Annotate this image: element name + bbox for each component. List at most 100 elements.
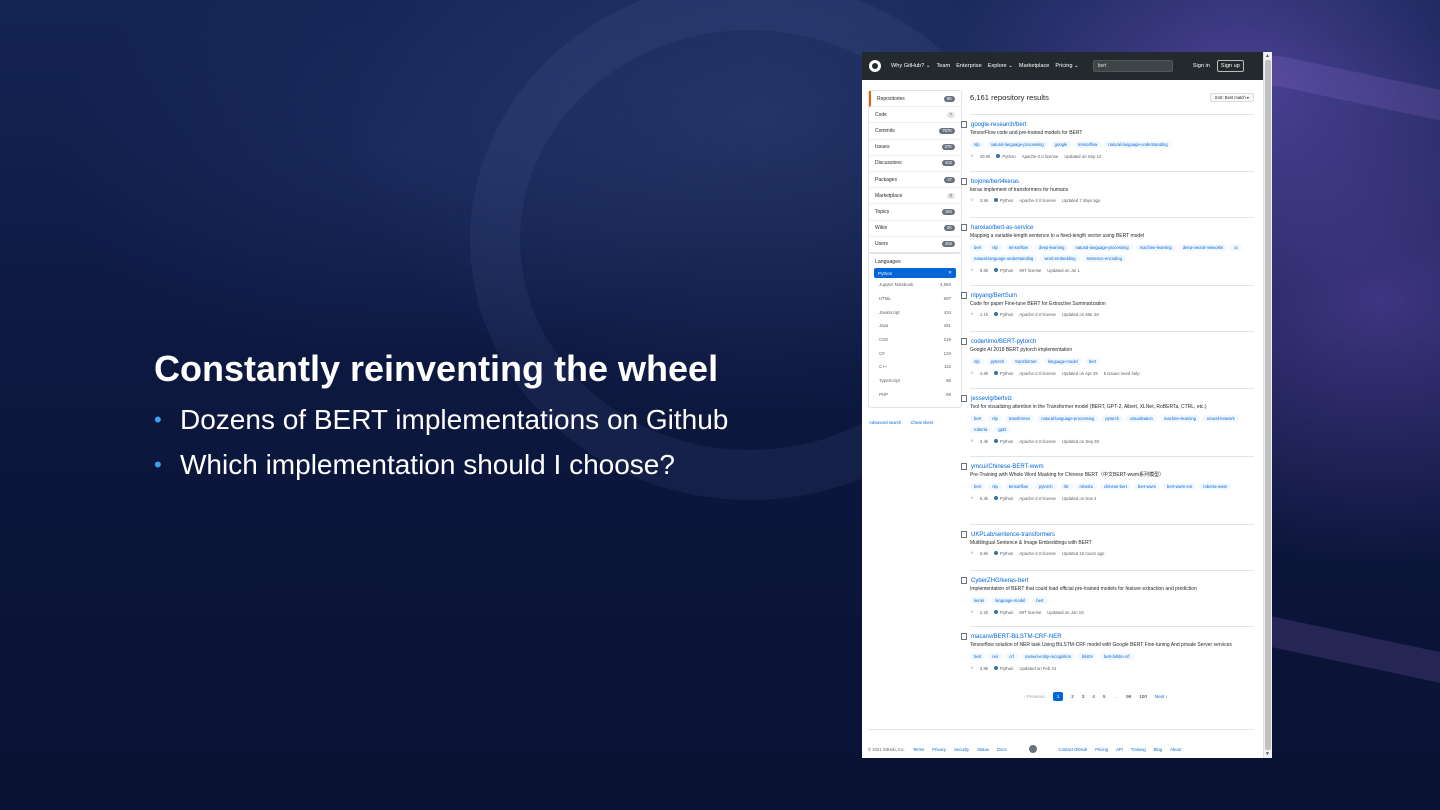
topic-tag[interactable]: pytorch [986, 358, 1009, 365]
topic-tag[interactable]: nlp [988, 415, 1002, 422]
topic-tag[interactable]: language-model [991, 597, 1030, 604]
page-100-button[interactable]: 100 [1139, 694, 1147, 699]
star-count[interactable]: 29.0k [980, 154, 991, 159]
topic-tag[interactable]: tensorflow [1074, 141, 1102, 148]
star-count[interactable]: 3.4k [980, 439, 988, 444]
topic-tag[interactable]: pytorch [1101, 415, 1124, 422]
repo-name[interactable]: ymcui/Chinese-BERT-wwm [971, 464, 1044, 470]
topic-tag[interactable]: roberta [970, 426, 992, 433]
topic-tag[interactable]: roberta-wwm [1199, 483, 1232, 490]
topic-tag[interactable]: bert [1032, 597, 1048, 604]
sidebar-item-marketplace[interactable]: Marketplace 0 [869, 188, 961, 205]
topic-tag[interactable]: chinese-bert [1099, 483, 1131, 490]
topic-tag[interactable]: nlp [970, 358, 984, 365]
topic-tag[interactable]: nlp [988, 244, 1002, 251]
topic-tag[interactable]: language-model [1043, 358, 1082, 365]
star-count[interactable]: 6.8k [980, 551, 988, 556]
cheat-sheet-link[interactable]: Cheat sheet [911, 420, 934, 425]
repo-name[interactable]: CyberZHG/keras-bert [971, 578, 1028, 584]
page-3-button[interactable]: 3 [1082, 694, 1085, 699]
topic-tag[interactable]: word-embedding [1040, 255, 1080, 262]
nav-why-github[interactable]: Why GitHub? ⌄ [891, 63, 931, 69]
topic-tag[interactable]: natural-language-understanding [970, 255, 1038, 262]
repo-link[interactable]: ymcui/Chinese-BERT-wwm [961, 463, 1254, 470]
topic-tag[interactable]: bert [1084, 358, 1101, 365]
sidebar-item-topics[interactable]: Topics 164 [869, 204, 961, 221]
repo-link[interactable]: nlpyang/BertSum [961, 292, 1254, 299]
star-icon[interactable]: ☆ [970, 370, 974, 376]
topic-tag[interactable]: nlp [988, 483, 1002, 490]
star-icon[interactable]: ☆ [970, 311, 974, 317]
language-item[interactable]: CSS 219 [869, 333, 961, 347]
topic-tag[interactable]: bert-wwm [1133, 483, 1161, 490]
star-count[interactable]: 4.8k [980, 371, 988, 376]
topic-tag[interactable]: tensorflow [1004, 483, 1032, 490]
topic-tag[interactable]: bert [970, 244, 986, 251]
footer-link-training[interactable]: Training [1131, 747, 1146, 752]
topic-tag[interactable]: natural-language-processing [1071, 244, 1133, 251]
repo-link[interactable]: jessevig/bertviz [961, 395, 1254, 402]
github-mark-icon[interactable] [1028, 745, 1037, 753]
topic-tag[interactable]: bert-wwm-ext [1163, 483, 1197, 490]
repo-link[interactable]: bojone/bert4keras [961, 178, 1254, 185]
footer-link-docs[interactable]: Docs [997, 747, 1007, 752]
nav-enterprise[interactable]: Enterprise [956, 63, 982, 69]
help-wanted[interactable]: 5 issues need help [1104, 371, 1140, 376]
topic-tag[interactable]: crf [1005, 653, 1018, 660]
topic-tag[interactable]: nlp [970, 141, 984, 148]
repo-name[interactable]: macanv/BERT-BiLSTM-CRF-NER [971, 634, 1062, 640]
sidebar-item-repositories[interactable]: Repositories 6K [869, 91, 961, 108]
topic-tag[interactable]: gpt2 [994, 426, 1011, 433]
topic-tag[interactable]: deep-neural-networks [1178, 244, 1228, 251]
sort-dropdown[interactable]: Sort: Best match ▾ [1209, 92, 1254, 102]
footer-link-about[interactable]: About [1170, 747, 1181, 752]
scroll-down-icon[interactable]: ▼ [1265, 751, 1270, 757]
page-4-button[interactable]: 4 [1092, 694, 1095, 699]
topic-tag[interactable]: roberta [1075, 483, 1097, 490]
topic-tag[interactable]: natural-language-processing [986, 141, 1048, 148]
repo-link[interactable]: hanxiao/bert-as-service [961, 224, 1254, 231]
topic-tag[interactable]: bert [970, 415, 986, 422]
sidebar-item-code[interactable]: Code? [869, 107, 961, 124]
nav-team[interactable]: Team [937, 63, 951, 69]
scrollbar[interactable]: ▲ ▼ [1263, 52, 1272, 758]
footer-link-api[interactable]: API [1116, 747, 1123, 752]
repo-link[interactable]: codertimo/BERT-pytorch [961, 338, 1254, 345]
star-count[interactable]: 9.8k [980, 268, 988, 273]
repo-name[interactable]: UKPLab/sentence-transformers [971, 532, 1055, 538]
topic-tag[interactable]: machine-learning [1159, 415, 1200, 422]
star-icon[interactable]: ☆ [970, 609, 974, 615]
repo-link[interactable]: macanv/BERT-BiLSTM-CRF-NER [961, 633, 1254, 640]
footer-link-status[interactable]: Status [977, 747, 989, 752]
sidebar-item-discussions[interactable]: Discussions 402 [869, 156, 961, 172]
nav-marketplace[interactable]: Marketplace [1019, 63, 1049, 69]
scroll-up-icon[interactable]: ▲ [1265, 53, 1270, 59]
language-item[interactable]: HTML 697 [869, 292, 961, 306]
selected-language[interactable]: Python ✕ [874, 268, 956, 278]
repo-name[interactable]: bojone/bert4keras [971, 179, 1019, 185]
topic-tag[interactable]: keras [970, 597, 989, 604]
topic-tag[interactable]: bert [970, 653, 986, 660]
footer-link-terms[interactable]: Terms [913, 747, 924, 752]
language-item[interactable]: TypeScript 86 [869, 374, 961, 388]
topic-tag[interactable]: bert-bilstm-crf [1099, 653, 1134, 660]
topic-tag[interactable]: natural-language-understanding [1104, 141, 1172, 148]
repo-link[interactable]: UKPLab/sentence-transformers [961, 531, 1254, 538]
language-item[interactable]: C# 134 [869, 346, 961, 360]
sidebar-item-packages[interactable]: Packages 27 [869, 172, 961, 189]
star-icon[interactable]: ☆ [970, 495, 974, 501]
star-count[interactable]: 2.2k [980, 610, 988, 615]
page-5-button[interactable]: 5 [1103, 694, 1106, 699]
footer-link-pricing[interactable]: Pricing [1095, 747, 1108, 752]
language-item[interactable]: JavaScript 434 [869, 305, 961, 319]
close-icon[interactable]: ✕ [948, 270, 952, 276]
topic-tag[interactable]: natural-language-processing [1037, 415, 1099, 422]
star-icon[interactable]: ☆ [970, 665, 974, 671]
star-icon[interactable]: ☆ [970, 197, 974, 203]
topic-tag[interactable]: ai [1230, 244, 1242, 251]
star-count[interactable]: 3.9k [980, 198, 988, 203]
topic-tag[interactable]: ner [988, 653, 1003, 660]
star-count[interactable]: 6.3k [980, 496, 988, 501]
prev-page-button[interactable]: ‹ Previous [1024, 694, 1045, 699]
topic-tag[interactable]: transformer [1011, 358, 1041, 365]
